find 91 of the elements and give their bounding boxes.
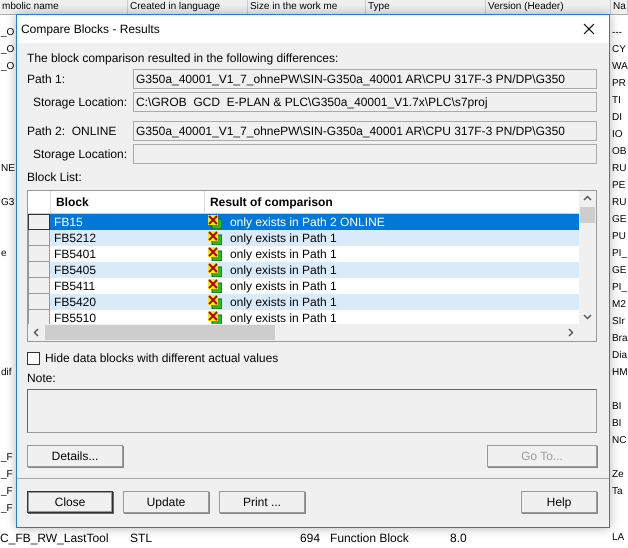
table-cell-text: _O bbox=[1, 60, 14, 74]
table-cell-text: _F bbox=[1, 451, 13, 465]
block-name: FB5420 bbox=[54, 294, 96, 310]
table-cell-text: 694 bbox=[298, 530, 321, 546]
table-cell-text: G3 bbox=[1, 196, 14, 210]
table-cell-text: e bbox=[1, 247, 7, 261]
table-cell-text: M2 bbox=[612, 298, 626, 312]
storage-field[interactable]: C:\GROB GCD E-PLAN & PLC\G350a_40001_V1.7x\PLC\s7proj bbox=[133, 92, 597, 112]
table-cell-text: STL bbox=[130, 530, 154, 546]
table-cell-text: C_FB_RW_LastTool bbox=[0, 530, 110, 546]
table-cell-text: Ze bbox=[612, 468, 624, 482]
missing-block-icon bbox=[208, 263, 222, 277]
table-cell-text: LA bbox=[611, 531, 626, 545]
note-label: Note: bbox=[27, 371, 57, 385]
intro-text: The block comparison resulted in the following differences: bbox=[27, 51, 340, 65]
checkbox[interactable] bbox=[27, 352, 40, 364]
table-cell-text: Ta bbox=[612, 485, 623, 499]
dialog-button[interactable]: Print ... bbox=[219, 491, 305, 513]
table-cell-text: 8.0 bbox=[450, 530, 468, 546]
table-cell-text: PE bbox=[612, 179, 626, 193]
comparison-result: only exists in Path 1 bbox=[230, 246, 337, 262]
table-cell-text: PR bbox=[612, 77, 626, 91]
table-cell-text: dif bbox=[1, 366, 12, 380]
block-name: FB5510 bbox=[54, 310, 96, 324]
path-label: Path 2: ONLINE bbox=[27, 124, 118, 138]
scroll-up-icon[interactable] bbox=[583, 194, 592, 203]
table-cell-text: Function Block bbox=[330, 530, 410, 546]
scroll-right-icon[interactable] bbox=[566, 328, 575, 337]
table-cell-text: --- bbox=[612, 26, 622, 40]
table-cell-text: _F bbox=[1, 485, 13, 499]
table-cell-text: TI bbox=[612, 94, 621, 108]
table-cell-text: PI_ bbox=[612, 247, 628, 261]
table-cell-text: BI bbox=[612, 417, 622, 431]
table-cell-text: GE bbox=[612, 264, 626, 278]
block-name: FB5405 bbox=[54, 262, 96, 278]
block-name: FB5212 bbox=[54, 230, 96, 246]
table-cell-text: RU bbox=[612, 196, 626, 210]
table-cell-text: OB bbox=[612, 145, 626, 159]
comparison-result: only exists in Path 1 bbox=[230, 294, 337, 310]
table-cell-text: PU bbox=[612, 230, 626, 244]
table-cell-text: PI_ bbox=[612, 281, 628, 295]
table-cell-text: Dia bbox=[612, 349, 628, 363]
comparison-result: only exists in Path 1 bbox=[230, 262, 337, 278]
block-list-label: Block List: bbox=[27, 170, 83, 184]
column-header[interactable]: Block bbox=[50, 191, 204, 213]
table-cell-text: _O bbox=[1, 43, 14, 57]
table-cell-text: HM bbox=[612, 366, 628, 380]
checkbox-label: Hide data blocks with different actual values bbox=[45, 351, 278, 365]
missing-block-icon bbox=[208, 295, 222, 309]
scroll-thumb[interactable] bbox=[580, 207, 595, 223]
missing-block-icon bbox=[208, 247, 222, 261]
table-cell-text: RU bbox=[612, 162, 626, 176]
missing-block-icon bbox=[208, 231, 222, 245]
table-cell-text: SIr bbox=[612, 315, 625, 329]
table-cell-text: NC bbox=[612, 434, 626, 448]
table-cell-text: DI bbox=[612, 111, 622, 125]
missing-block-icon bbox=[208, 279, 222, 293]
close-icon bbox=[583, 23, 595, 35]
path-label: Path 1: bbox=[27, 72, 66, 86]
scroll-left-icon[interactable] bbox=[32, 328, 41, 337]
details-button[interactable]: Details... bbox=[27, 445, 123, 467]
block-name: FB5411 bbox=[54, 278, 96, 294]
block-name: FB15 bbox=[54, 214, 83, 230]
table-cell-text: Bra bbox=[612, 332, 628, 346]
table-cell-text: _F bbox=[1, 502, 13, 516]
path-field[interactable]: G350a_40001_V1_7_ohnePW\SIN-G350a_40001 AR\CPU 317F-3 PN/DP\G350 bbox=[133, 68, 597, 88]
comparison-result: only exists in Path 2 ONLINE bbox=[230, 214, 385, 230]
table-cell-text: IO bbox=[612, 128, 623, 142]
storage-label: Storage Location: bbox=[32, 94, 128, 108]
storage-label: Storage Location: bbox=[32, 146, 128, 160]
comparison-result: only exists in Path 1 bbox=[230, 230, 337, 246]
dialog-button[interactable]: Close bbox=[27, 491, 113, 513]
scroll-down-icon[interactable] bbox=[583, 312, 592, 321]
window-title: Compare Blocks - Results bbox=[21, 22, 160, 36]
table-cell-text: NE bbox=[1, 162, 15, 176]
storage-field[interactable] bbox=[133, 144, 597, 164]
table-cell-text: GE bbox=[612, 213, 626, 227]
table-cell-text: BI bbox=[612, 400, 622, 414]
scroll-thumb[interactable] bbox=[45, 325, 275, 340]
note-field[interactable] bbox=[27, 389, 597, 433]
table-cell-text: WA bbox=[612, 60, 628, 74]
table-cell-text: CY bbox=[612, 43, 626, 57]
comparison-result: only exists in Path 1 bbox=[230, 278, 337, 294]
missing-block-icon bbox=[208, 215, 222, 229]
table-cell-text: _F bbox=[1, 468, 13, 482]
column-header[interactable]: Na bbox=[611, 0, 628, 14]
table-cell-text: _O bbox=[1, 26, 14, 40]
dialog-button[interactable]: Help bbox=[521, 491, 597, 513]
dialog-button[interactable]: Update bbox=[123, 491, 209, 513]
path-field[interactable]: G350a_40001_V1_7_ohnePW\SIN-G350a_40001 AR\CPU 317F-3 PN/DP\G350 bbox=[133, 120, 597, 140]
block-name: FB5401 bbox=[54, 246, 96, 262]
